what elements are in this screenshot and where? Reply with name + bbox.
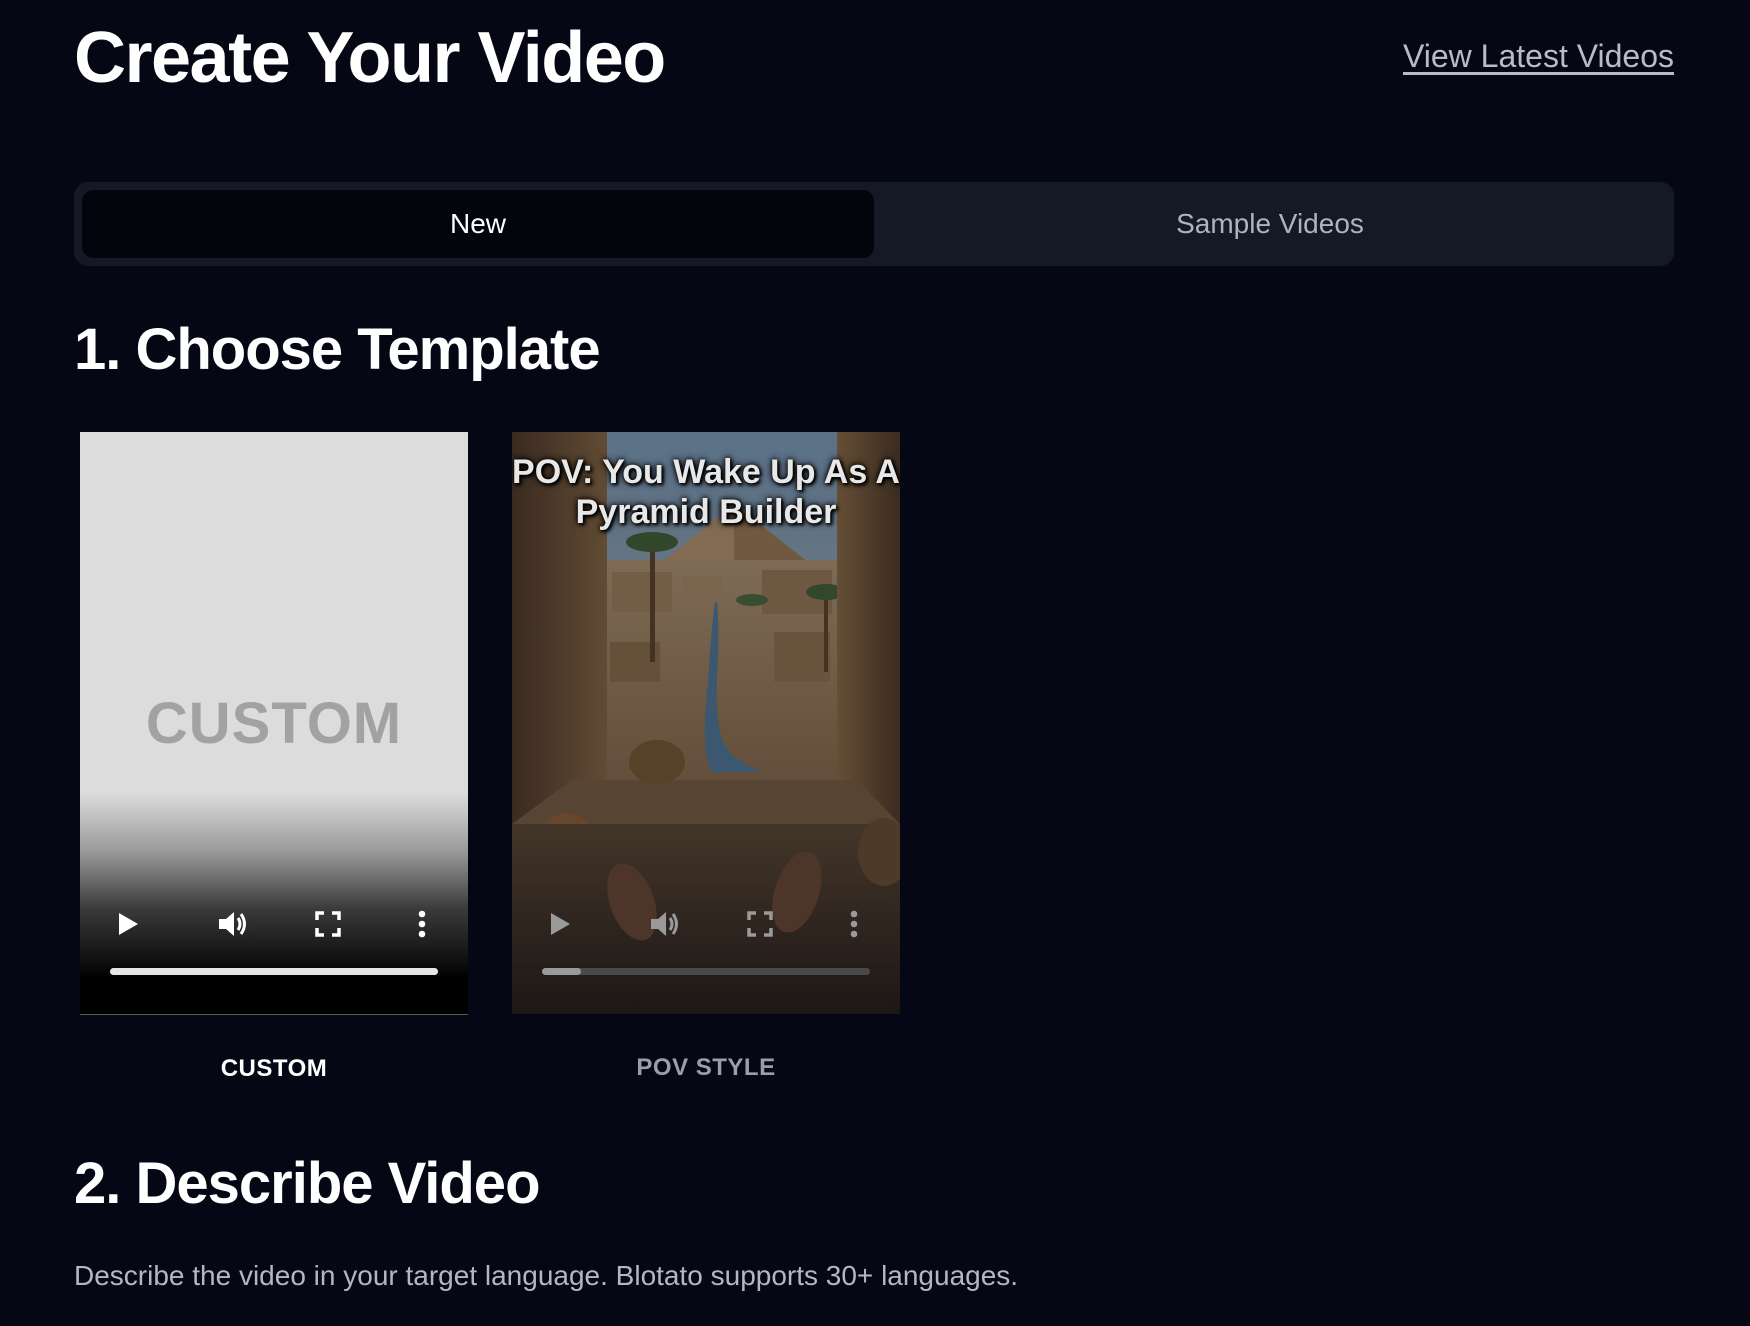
fullscreen-icon[interactable] (306, 902, 350, 946)
describe-video-help-text: Describe the video in your target langua… (74, 1260, 1019, 1291)
template-card-pov-style[interactable]: POV: You Wake Up As A Pyramid Builder PO… (512, 432, 900, 1082)
more-vertical-icon[interactable] (400, 902, 444, 946)
tab-new[interactable]: New (82, 190, 874, 258)
video-controls (512, 902, 900, 952)
video-progress-bar[interactable] (110, 968, 438, 975)
fullscreen-icon[interactable] (738, 902, 782, 946)
progress-fill (542, 968, 582, 975)
template-card-custom[interactable]: CUSTOM CUSTOM (80, 432, 468, 1083)
play-icon[interactable] (538, 902, 582, 946)
template-label-pov-style: POV STYLE (636, 1054, 776, 1081)
video-player-custom[interactable]: CUSTOM (80, 432, 468, 1015)
video-progress-bar[interactable] (542, 968, 870, 975)
progress-fill (110, 968, 438, 975)
page: Create Your Video View Latest Videos New… (0, 0, 1750, 1326)
custom-thumbnail-text: CUSTOM (145, 691, 403, 756)
more-vertical-icon[interactable] (832, 902, 876, 946)
video-controls (80, 902, 468, 952)
pov-caption-text: POV: You Wake Up As A Pyramid Builder (512, 453, 900, 531)
page-title: Create Your Video (74, 18, 666, 98)
template-label-custom: CUSTOM (220, 1055, 328, 1082)
choose-template-heading: 1. Choose Template (74, 317, 601, 382)
tab-sample-videos[interactable]: Sample Videos (874, 190, 1666, 258)
view-latest-videos-link[interactable]: View Latest Videos (1403, 38, 1674, 75)
video-player-pov[interactable]: POV: You Wake Up As A Pyramid Builder (512, 432, 900, 1014)
volume-icon[interactable] (644, 902, 688, 946)
play-icon[interactable] (106, 902, 150, 946)
tab-bar: New Sample Videos (74, 182, 1674, 266)
describe-video-heading: 2. Describe Video (74, 1151, 540, 1216)
volume-icon[interactable] (212, 902, 256, 946)
